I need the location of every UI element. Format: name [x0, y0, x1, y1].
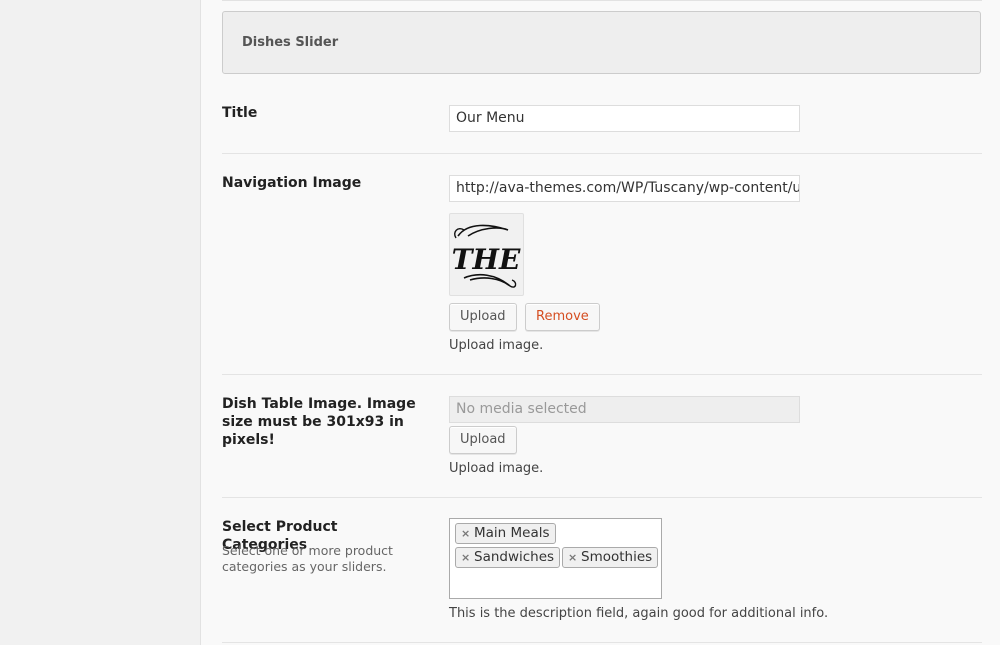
product-categories-help: This is the description field, again goo… [449, 606, 829, 621]
dish-table-image-help: Upload image. [449, 461, 544, 476]
upload-button[interactable]: Upload [449, 303, 517, 331]
title-label: Title [222, 105, 258, 121]
chip-label: Smoothies [581, 549, 653, 565]
thumbnail-text: THE [452, 243, 521, 276]
divider [222, 374, 982, 375]
divider [222, 153, 982, 154]
divider [222, 642, 982, 643]
remove-chip-icon[interactable]: × [461, 548, 470, 567]
navigation-image-url-input[interactable]: http://ava-themes.com/WP/Tuscany/wp-cont… [449, 175, 800, 202]
remove-chip-icon[interactable]: × [568, 548, 577, 567]
chip-label: Main Meals [474, 525, 550, 541]
image-preview: THE [452, 224, 521, 288]
category-chip: × Smoothies [562, 547, 659, 568]
remove-button[interactable]: Remove [525, 303, 600, 331]
admin-sidebar [0, 0, 201, 645]
section-title: Dishes Slider [242, 35, 339, 50]
remove-chip-icon[interactable]: × [461, 524, 470, 543]
section-header[interactable]: Dishes Slider [222, 11, 981, 74]
divider [222, 497, 982, 498]
navigation-image-thumbnail: THE [449, 213, 524, 296]
title-input[interactable]: Our Menu [449, 105, 800, 132]
product-categories-description: Select one or more product categories as… [222, 543, 393, 574]
product-categories-select[interactable]: × Main Meals × Sandwiches × Smoothies [449, 518, 662, 599]
navigation-image-label: Navigation Image [222, 175, 362, 191]
category-chip: × Main Meals [455, 523, 556, 544]
divider [222, 0, 982, 1]
chip-label: Sandwiches [474, 549, 555, 565]
navigation-image-help: Upload image. [449, 338, 544, 353]
category-chip: × Sandwiches [455, 547, 561, 568]
upload-button[interactable]: Upload [449, 426, 517, 454]
dish-table-image-label: Dish Table Image. Image size must be 301… [222, 396, 416, 448]
dish-table-image-input[interactable]: No media selected [449, 396, 800, 423]
